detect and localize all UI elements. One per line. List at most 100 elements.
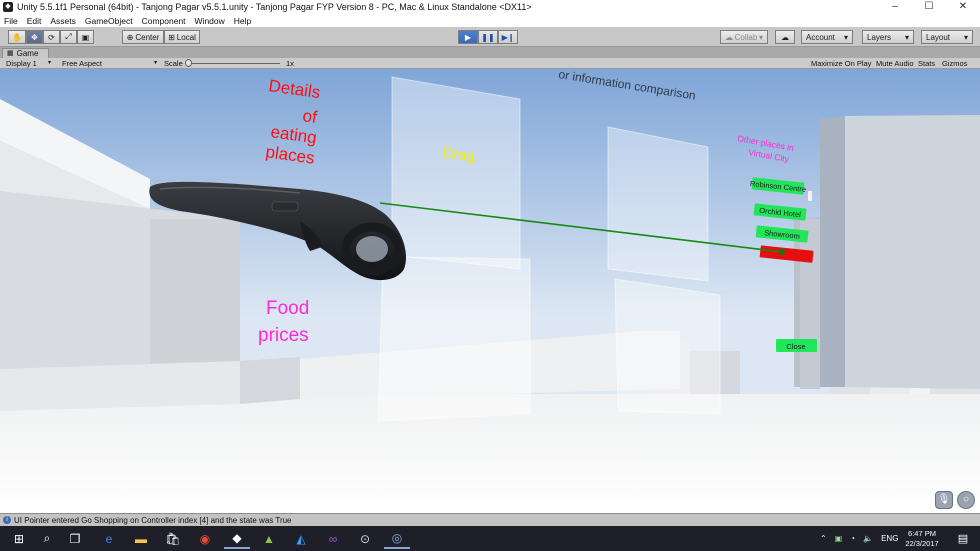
collab-label: Collab <box>734 32 758 42</box>
windows-taskbar: ⊞ ⌕ ❐ e ▬ 🛍 ◉ ◆ ▲ ◭ ∞ ⊙ ◎ ⌃ ▣ ◔ 🔈 ENG 6:… <box>0 526 980 551</box>
clock-time: 6:47 PM <box>908 529 936 538</box>
window-title: Unity 5.5.1f1 Personal (64bit) - Tanjong… <box>17 2 532 12</box>
game-view-toolbar: Display 1 ▾ Free Aspect ▾ Scale 1x Maxim… <box>0 58 980 69</box>
scale-tool-icon[interactable]: ⤢ <box>59 30 77 44</box>
scale-value: 1x <box>286 59 294 68</box>
close-button-3d-label: Close <box>786 342 805 351</box>
pivot-icon: ⊕ <box>126 32 134 42</box>
hand-tool-icon[interactable]: ✋ <box>8 30 26 44</box>
pivot-tools: ⊕ Center ⊞ Local <box>122 30 200 44</box>
cortana-circle-icon[interactable]: ○ <box>957 491 975 509</box>
step-icon[interactable]: ▶❙ <box>498 30 518 44</box>
game-viewport[interactable]: or information comparison Details of eat… <box>0 69 980 513</box>
pause-icon[interactable]: ❚❚ <box>478 30 498 44</box>
close-button-3d[interactable]: Close <box>776 339 817 352</box>
rotate-tool-icon[interactable]: ⟳ <box>42 30 60 44</box>
cloud-services-button[interactable]: ☁ <box>775 30 795 44</box>
search-icon[interactable]: ⌕ <box>34 528 60 549</box>
collab-cloud-icon: ☁ <box>725 32 733 42</box>
chevron-down-icon: ▾ <box>843 32 848 42</box>
layout-label: Layout <box>926 32 951 42</box>
menu-assets[interactable]: Assets <box>50 16 76 26</box>
food-line-2: prices <box>258 325 309 346</box>
gizmos-dropdown[interactable]: Gizmos <box>942 59 967 68</box>
mute-audio-toggle[interactable]: Mute Audio <box>876 59 914 68</box>
tab-game[interactable]: ▦ Game <box>2 48 50 58</box>
local-icon: ⊞ <box>168 32 175 42</box>
menu-window[interactable]: Window <box>195 16 225 26</box>
menu-edit[interactable]: Edit <box>27 16 42 26</box>
store-icon[interactable]: 🛍 <box>160 528 186 549</box>
menu-file[interactable]: File <box>4 16 18 26</box>
window-titlebar: ◆ Unity 5.5.1f1 Personal (64bit) - Tanjo… <box>0 0 980 14</box>
file-explorer-icon[interactable]: ▬ <box>128 528 154 549</box>
taskbar-clock[interactable]: 6:47 PM 22/3/2017 <box>900 529 944 549</box>
menu-component[interactable]: Component <box>142 16 186 26</box>
game-tab-label: Game <box>16 49 39 58</box>
minimize-button[interactable]: – <box>878 0 912 14</box>
chevron-down-icon: ▾ <box>48 60 52 66</box>
aspect-dropdown[interactable]: Free Aspect <box>62 59 160 68</box>
notification-icon[interactable]: ▤ <box>950 528 976 549</box>
pivot-center-label: Center <box>135 32 160 42</box>
laser-pointer-dot <box>779 249 785 255</box>
tall-building <box>794 115 980 389</box>
panel-tab-bar: ▦ Game <box>0 47 980 58</box>
pivot-local-button[interactable]: ⊞ Local <box>164 30 200 44</box>
rect-tool-icon[interactable]: ▣ <box>76 30 94 44</box>
account-dropdown[interactable]: Account ▾ <box>801 30 853 44</box>
layers-label: Layers <box>867 32 892 42</box>
maximize-button[interactable]: ☐ <box>912 0 946 14</box>
steamvr-icon[interactable]: ◎ <box>384 528 410 549</box>
pivot-local-label: Local <box>176 32 196 42</box>
chevron-up-icon[interactable]: ⌃ <box>820 534 827 543</box>
maximize-on-play-toggle[interactable]: Maximize On Play <box>811 59 871 68</box>
play-icon[interactable]: ▶ <box>458 30 478 44</box>
food-line-1: Food <box>266 298 309 319</box>
language-indicator[interactable]: ENG <box>881 534 898 543</box>
visual-studio-icon[interactable]: ∞ <box>320 528 346 549</box>
menu-scrollbar[interactable] <box>808 191 812 201</box>
unity-app-icon[interactable]: ◆ <box>224 528 250 549</box>
chevron-down-icon: ▾ <box>154 60 158 66</box>
stats-toggle[interactable]: Stats <box>918 59 935 68</box>
collab-dropdown[interactable]: ☁ Collab ▾ <box>720 30 768 44</box>
aspect-label: Free Aspect <box>62 59 103 68</box>
transform-tools: ✋ ✥ ⟳ ⤢ ▣ <box>8 30 94 44</box>
windows-start-icon[interactable]: ⊞ <box>6 528 32 549</box>
pivot-center-button[interactable]: ⊕ Center <box>122 30 164 44</box>
system-tray: ⌃ ▣ ◔ 🔈 ENG <box>820 526 898 551</box>
menu-help[interactable]: Help <box>234 16 251 26</box>
app-icon-blue[interactable]: ◭ <box>288 528 314 549</box>
menu-gameobject[interactable]: GameObject <box>85 16 133 26</box>
steam-icon[interactable]: ⊙ <box>352 528 378 549</box>
info-icon: i <box>3 516 11 524</box>
scale-slider-track[interactable] <box>188 63 280 64</box>
menu-bar: File Edit Assets GameObject Component Wi… <box>0 14 980 27</box>
game-tab-icon: ▦ <box>7 50 14 57</box>
wifi-icon[interactable]: ◔ <box>850 534 855 543</box>
scale-slider-thumb[interactable] <box>185 59 192 67</box>
layout-dropdown[interactable]: Layout ▾ <box>921 30 973 44</box>
game-scene: or information comparison Details of eat… <box>0 69 980 513</box>
volume-icon[interactable]: 🔈 <box>863 534 873 543</box>
layers-dropdown[interactable]: Layers ▾ <box>862 30 914 44</box>
main-toolbar: ✋ ✥ ⟳ ⤢ ▣ ⊕ Center ⊞ Local ▶ ❚❚ ▶❙ ☁ Col… <box>0 27 980 47</box>
details-line-2: of <box>301 106 318 127</box>
chevron-down-icon: ▾ <box>904 32 909 42</box>
edge-browser-icon[interactable]: e <box>96 528 122 549</box>
network-icon[interactable]: ▣ <box>835 534 843 543</box>
status-message: UI Pointer entered Go Shopping on Contro… <box>14 515 292 525</box>
bluestacks-icon[interactable]: ▲ <box>256 528 282 549</box>
close-button[interactable]: ✕ <box>946 0 980 14</box>
task-view-icon[interactable]: ❐ <box>62 528 88 549</box>
chevron-down-icon: ▾ <box>963 32 968 42</box>
microphone-icon[interactable]: 🎙 <box>935 491 953 509</box>
unity-logo-icon: ◆ <box>3 2 13 12</box>
console-status-bar[interactable]: i UI Pointer entered Go Shopping on Cont… <box>0 513 980 526</box>
display-label: Display 1 <box>6 59 37 68</box>
scale-label: Scale <box>164 59 183 68</box>
controller-touchpad-icon <box>271 201 299 212</box>
chrome-icon[interactable]: ◉ <box>192 528 218 549</box>
move-tool-icon[interactable]: ✥ <box>25 30 43 44</box>
